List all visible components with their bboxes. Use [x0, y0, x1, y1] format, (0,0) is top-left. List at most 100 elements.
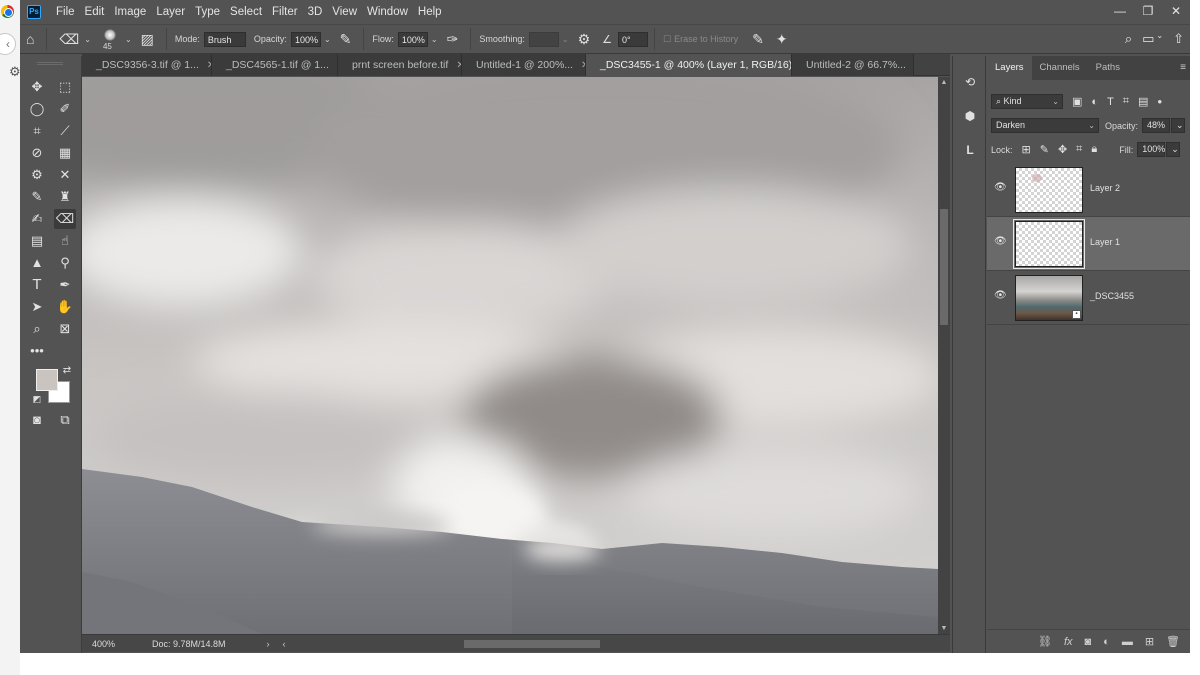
- filter-kind-select[interactable]: ⌕ Kind ⌄: [991, 94, 1063, 109]
- eraser-tool-icon[interactable]: ⌫: [54, 209, 76, 229]
- panel-grip[interactable]: [37, 62, 63, 65]
- gradient-tool-icon[interactable]: ▤: [26, 231, 48, 251]
- screen-mode-icon[interactable]: ⧉: [54, 410, 76, 430]
- pressure-size-icon[interactable]: ✎: [752, 31, 764, 48]
- quick-mask-icon[interactable]: ◙: [26, 410, 48, 430]
- menu-image[interactable]: Image: [109, 6, 151, 18]
- smudge-tool-icon[interactable]: ☝: [54, 231, 76, 251]
- mode-select[interactable]: Brush: [203, 31, 246, 47]
- tab-document[interactable]: Untitled-1 @ 200%...✕: [462, 54, 586, 76]
- visibility-eye-icon[interactable]: 👁︎: [994, 236, 1007, 248]
- menu-edit[interactable]: Edit: [80, 6, 110, 18]
- fx-icon[interactable]: fx: [1064, 636, 1073, 648]
- menu-window[interactable]: Window: [362, 6, 413, 18]
- home-icon[interactable]: ⌂: [26, 31, 34, 47]
- layer-opacity-field[interactable]: 48%: [1142, 118, 1171, 133]
- pen-tool-icon[interactable]: ✒: [54, 275, 76, 295]
- tab-document-active[interactable]: _DSC3455-1 @ 400% (Layer 1, RGB/16) *✕: [586, 54, 792, 76]
- hand-tool-icon[interactable]: ✋: [54, 297, 76, 317]
- flow-dropdown-icon[interactable]: ⌄: [431, 35, 438, 44]
- lock-pixels-icon[interactable]: ✎: [1040, 143, 1049, 156]
- 3d-panel-icon[interactable]: ⬢: [959, 106, 981, 126]
- visibility-eye-icon[interactable]: 👁︎: [994, 182, 1007, 194]
- lock-all-icon[interactable]: 🔒︎: [1091, 143, 1097, 156]
- status-menu-icon[interactable]: ›: [260, 639, 276, 649]
- symmetry-icon[interactable]: ✦: [776, 31, 788, 48]
- menu-help[interactable]: Help: [413, 6, 447, 18]
- menu-3d[interactable]: 3D: [303, 6, 328, 18]
- filter-type-icon[interactable]: T: [1107, 96, 1114, 108]
- scroll-down-icon[interactable]: ▼: [938, 625, 950, 632]
- filter-toggle-icon[interactable]: ●: [1157, 97, 1162, 106]
- spot-healing-tool-icon[interactable]: ⊘: [26, 143, 48, 163]
- layer-name[interactable]: Layer 2: [1090, 183, 1120, 193]
- workspace-dropdown-icon[interactable]: ⌄: [1156, 31, 1163, 47]
- zoom-level[interactable]: 400%: [82, 639, 152, 649]
- panel-menu-icon[interactable]: ≡: [1180, 62, 1186, 73]
- smoothing-gear-icon[interactable]: ⚙: [578, 31, 591, 48]
- layer-name[interactable]: Layer 1: [1090, 237, 1120, 247]
- opacity-dropdown-icon[interactable]: ⌄: [1171, 118, 1186, 133]
- smoothing-field[interactable]: [528, 31, 559, 47]
- fill-dropdown-icon[interactable]: ⌄: [1166, 142, 1181, 157]
- blur-tool-icon[interactable]: ▲: [26, 253, 48, 273]
- menu-layer[interactable]: Layer: [151, 6, 190, 18]
- lock-transparent-icon[interactable]: ⊞: [1022, 143, 1031, 156]
- menu-file[interactable]: File: [51, 6, 80, 18]
- type-tool-icon[interactable]: T: [26, 275, 48, 295]
- vertical-scroll-thumb[interactable]: [940, 209, 948, 325]
- more-tools-icon[interactable]: •••: [26, 341, 48, 361]
- lock-position-icon[interactable]: ✥: [1058, 143, 1067, 156]
- back-arrow-icon[interactable]: ‹: [0, 33, 16, 55]
- erase-history-checkbox[interactable]: ☐: [663, 34, 671, 45]
- new-layer-icon[interactable]: ⊞: [1145, 635, 1154, 648]
- tab-paths[interactable]: Paths: [1088, 56, 1128, 80]
- clone-stamp-tool-icon[interactable]: ♜: [54, 187, 76, 207]
- horizontal-scroll-thumb[interactable]: [464, 639, 600, 648]
- eraser-tool-icon[interactable]: ⌫: [59, 31, 79, 48]
- minimize-button[interactable]: —: [1106, 0, 1134, 24]
- tab-layers[interactable]: Layers: [987, 56, 1032, 80]
- opacity-field[interactable]: 100%: [290, 31, 321, 47]
- flow-field[interactable]: 100%: [397, 31, 428, 47]
- close-button[interactable]: ✕: [1162, 0, 1190, 24]
- history-brush-tool-icon[interactable]: ✍: [26, 209, 48, 229]
- brush-settings-icon[interactable]: ▨: [141, 31, 154, 48]
- workspace-icon[interactable]: ▭: [1142, 31, 1154, 47]
- tab-channels[interactable]: Channels: [1032, 56, 1088, 80]
- document-canvas[interactable]: [82, 77, 938, 634]
- move-tool-icon[interactable]: ✥: [26, 77, 48, 97]
- opacity-dropdown-icon[interactable]: ⌄: [324, 35, 331, 44]
- swap-colors-icon[interactable]: ⇄: [56, 361, 78, 381]
- tab-document[interactable]: prnt screen before.tif✕: [338, 54, 462, 76]
- restore-button[interactable]: ❐: [1134, 0, 1162, 24]
- tab-document[interactable]: _DSC9356-3.tif @ 1...✕: [82, 54, 212, 76]
- chrome-icon[interactable]: [1, 5, 14, 18]
- pressure-opacity-icon[interactable]: ✎: [340, 31, 352, 48]
- dodge-tool-icon[interactable]: ⚲: [54, 253, 76, 273]
- tool-preset-dropdown-icon[interactable]: ⌄: [84, 35, 91, 44]
- scroll-left-icon[interactable]: ‹: [276, 639, 292, 649]
- layer-thumbnail[interactable]: [1015, 167, 1083, 213]
- quick-select-tool-icon[interactable]: ✐: [54, 99, 76, 119]
- layer-name[interactable]: _DSC3455: [1090, 291, 1134, 301]
- menu-filter[interactable]: Filter: [267, 6, 303, 18]
- fill-field[interactable]: 100%: [1137, 142, 1165, 157]
- scroll-up-icon[interactable]: ▲: [938, 79, 950, 86]
- crop-tool-icon[interactable]: ⌗: [26, 121, 48, 141]
- menu-type[interactable]: Type: [190, 6, 225, 18]
- healing-brush-tool-icon[interactable]: ▦: [54, 143, 76, 163]
- lasso-tool-icon[interactable]: ◯: [26, 99, 48, 119]
- smoothing-dropdown-icon[interactable]: ⌄: [562, 35, 569, 44]
- marquee-tool-icon[interactable]: ⬚: [54, 77, 76, 97]
- trash-icon[interactable]: 🗑︎: [1166, 635, 1180, 648]
- visibility-eye-icon[interactable]: 👁︎: [994, 290, 1007, 302]
- default-colors-icon[interactable]: ◩: [26, 389, 48, 409]
- link-layers-icon[interactable]: ⛓: [1038, 635, 1052, 648]
- lock-artboard-icon[interactable]: ⌗: [1076, 143, 1082, 156]
- filter-adjustment-icon[interactable]: ◐: [1091, 96, 1098, 108]
- filter-smart-object-icon[interactable]: ▤: [1138, 95, 1148, 108]
- tab-document[interactable]: Untitled-2 @ 66.7%...✕: [792, 54, 914, 76]
- path-select-tool-icon[interactable]: ➤: [26, 297, 48, 317]
- brush-tool-icon[interactable]: ✎: [26, 187, 48, 207]
